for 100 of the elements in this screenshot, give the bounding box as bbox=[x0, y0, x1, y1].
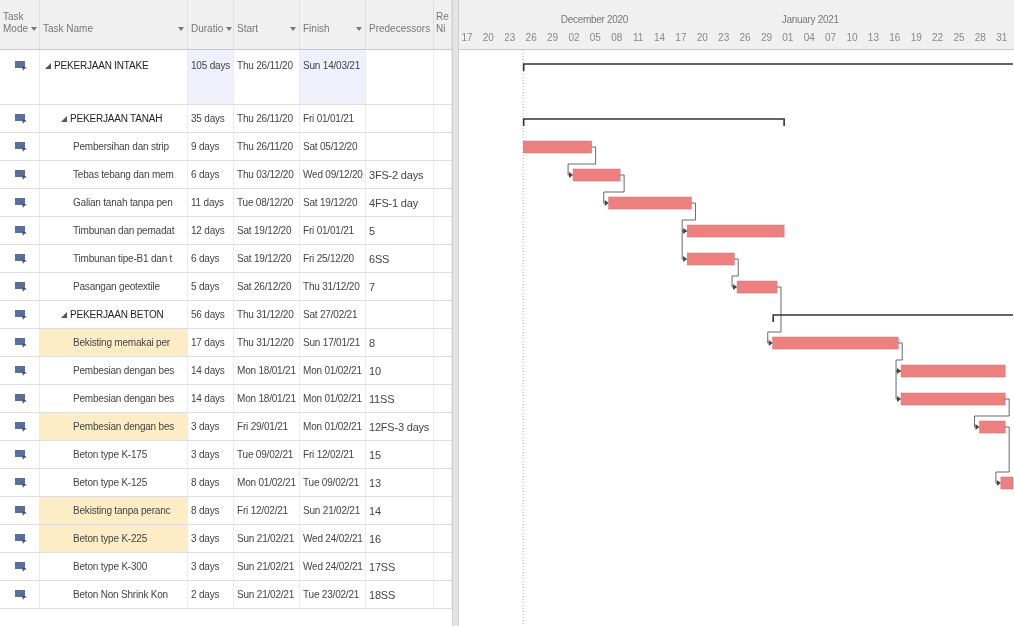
duration-text: 9 days bbox=[191, 141, 220, 152]
duration-text: 5 days bbox=[191, 281, 220, 292]
summary-bar[interactable] bbox=[522, 63, 1014, 72]
summary-bar[interactable] bbox=[772, 314, 1014, 323]
duration-text: 105 days bbox=[191, 60, 230, 71]
task-mode-icon bbox=[15, 309, 27, 320]
task-bar[interactable] bbox=[1000, 476, 1014, 490]
day-label: 19 bbox=[910, 32, 922, 43]
caret-icon[interactable] bbox=[356, 27, 362, 31]
month-label: December 2020 bbox=[560, 14, 629, 25]
date-text: Sun 14/03/21 bbox=[303, 60, 361, 71]
day-label: 14 bbox=[653, 32, 666, 43]
task-name: Bekisting tanpa peranc bbox=[73, 505, 171, 516]
date-text: Sat 05/12/20 bbox=[303, 141, 358, 152]
day-label: 01 bbox=[782, 32, 794, 43]
date-text: Tue 09/02/21 bbox=[303, 477, 360, 488]
task-mode-icon bbox=[15, 561, 27, 572]
expanded-triangle-icon[interactable] bbox=[45, 62, 51, 69]
task-name: Pembersihan dan strip bbox=[73, 141, 169, 152]
task-mode-icon bbox=[15, 141, 27, 152]
day-label: 02 bbox=[568, 32, 580, 43]
day-label: 13 bbox=[867, 32, 879, 43]
day-label: 23 bbox=[718, 32, 730, 43]
predecessor-text: 3FS-2 days bbox=[369, 168, 424, 181]
task-bar[interactable] bbox=[900, 392, 1006, 406]
task-bar[interactable] bbox=[522, 140, 592, 154]
task-mode-icon bbox=[15, 589, 27, 600]
predecessor-text: 15 bbox=[369, 448, 381, 461]
caret-icon[interactable] bbox=[290, 27, 296, 31]
task-bar[interactable] bbox=[608, 196, 692, 210]
duration-text: 8 days bbox=[191, 505, 220, 516]
task-mode-icon bbox=[15, 281, 27, 292]
task-name: Pembesian dengan bes bbox=[73, 393, 175, 404]
predecessor-text: 7 bbox=[369, 280, 375, 293]
duration-text: 6 days bbox=[191, 253, 220, 264]
dependency-arrow bbox=[567, 146, 596, 178]
task-name: Beton type K-225 bbox=[73, 533, 148, 544]
date-text: Tue 08/12/20 bbox=[237, 197, 294, 208]
caret-icon[interactable] bbox=[178, 27, 184, 31]
day-label: 28 bbox=[974, 32, 986, 43]
task-bar[interactable] bbox=[686, 252, 735, 266]
duration-text: 17 days bbox=[191, 337, 225, 348]
task-name: Tebas tebang dan mem bbox=[73, 169, 174, 180]
duration-text: 6 days bbox=[191, 169, 220, 180]
duration-text: 8 days bbox=[191, 477, 220, 488]
date-text: Sun 21/02/21 bbox=[303, 505, 361, 516]
column-header[interactable]: Predecessors bbox=[366, 0, 434, 49]
predecessor-text: 18SS bbox=[369, 588, 396, 601]
column-header[interactable]: Finish bbox=[300, 0, 366, 49]
predecessor-text: 12FS-3 days bbox=[369, 420, 430, 433]
date-text: Thu 31/12/20 bbox=[237, 337, 294, 348]
date-text: Sat 27/02/21 bbox=[303, 309, 358, 320]
task-mode-icon bbox=[15, 533, 27, 544]
task-bar[interactable] bbox=[979, 420, 1006, 434]
duration-text: 56 days bbox=[191, 309, 225, 320]
day-label: 04 bbox=[803, 32, 815, 43]
task-name: Pembesian dengan bes bbox=[73, 421, 175, 432]
summary-bar[interactable] bbox=[522, 118, 785, 127]
task-name: Timbunan dan pemadat bbox=[73, 225, 175, 236]
task-bar[interactable] bbox=[772, 336, 899, 350]
predecessor-text: 10 bbox=[369, 364, 381, 377]
day-label: 22 bbox=[932, 32, 944, 43]
expanded-triangle-icon[interactable] bbox=[61, 311, 67, 318]
month-label: January 2021 bbox=[781, 14, 839, 25]
day-label: 17 bbox=[461, 32, 473, 43]
date-text: Wed 09/12/20 bbox=[303, 169, 363, 180]
day-label: 08 bbox=[611, 32, 623, 43]
predecessor-text: 14 bbox=[369, 504, 381, 517]
date-text: Sat 19/12/20 bbox=[237, 225, 292, 236]
pane-splitter[interactable] bbox=[452, 0, 459, 626]
column-header[interactable]: Task Name bbox=[40, 0, 188, 49]
column-header[interactable]: Start bbox=[234, 0, 300, 49]
expanded-triangle-icon[interactable] bbox=[61, 115, 67, 122]
date-text: Fri 01/01/21 bbox=[303, 225, 354, 236]
date-text: Sun 21/02/21 bbox=[237, 533, 295, 544]
day-label: 26 bbox=[739, 32, 751, 43]
day-label: 11 bbox=[632, 32, 644, 43]
task-bar[interactable] bbox=[736, 280, 778, 294]
task-mode-icon bbox=[15, 505, 27, 516]
task-mode-icon bbox=[15, 477, 27, 488]
column-header[interactable]: Duratio bbox=[188, 0, 234, 49]
predecessor-text: 13 bbox=[369, 476, 381, 489]
date-text: Thu 26/11/20 bbox=[237, 113, 293, 124]
day-label: 05 bbox=[589, 32, 601, 43]
dependency-arrow bbox=[603, 174, 625, 206]
caret-icon[interactable] bbox=[226, 27, 233, 31]
task-bar[interactable] bbox=[900, 364, 1006, 378]
predecessor-text: 5 bbox=[369, 224, 375, 237]
column-header[interactable]: Task Mode bbox=[0, 0, 40, 49]
day-label: 31 bbox=[996, 32, 1008, 43]
date-text: Wed 24/02/21 bbox=[303, 561, 363, 572]
task-name: Pasangan geotextile bbox=[73, 281, 160, 292]
task-bar[interactable] bbox=[572, 168, 621, 182]
task-bar[interactable] bbox=[686, 224, 785, 238]
duration-text: 35 days bbox=[191, 113, 225, 124]
day-label: 26 bbox=[525, 32, 537, 43]
predecessor-text: 8 bbox=[369, 336, 375, 349]
caret-icon[interactable] bbox=[31, 27, 37, 31]
predecessor-text: 16 bbox=[369, 532, 381, 545]
task-mode-icon bbox=[15, 169, 27, 180]
